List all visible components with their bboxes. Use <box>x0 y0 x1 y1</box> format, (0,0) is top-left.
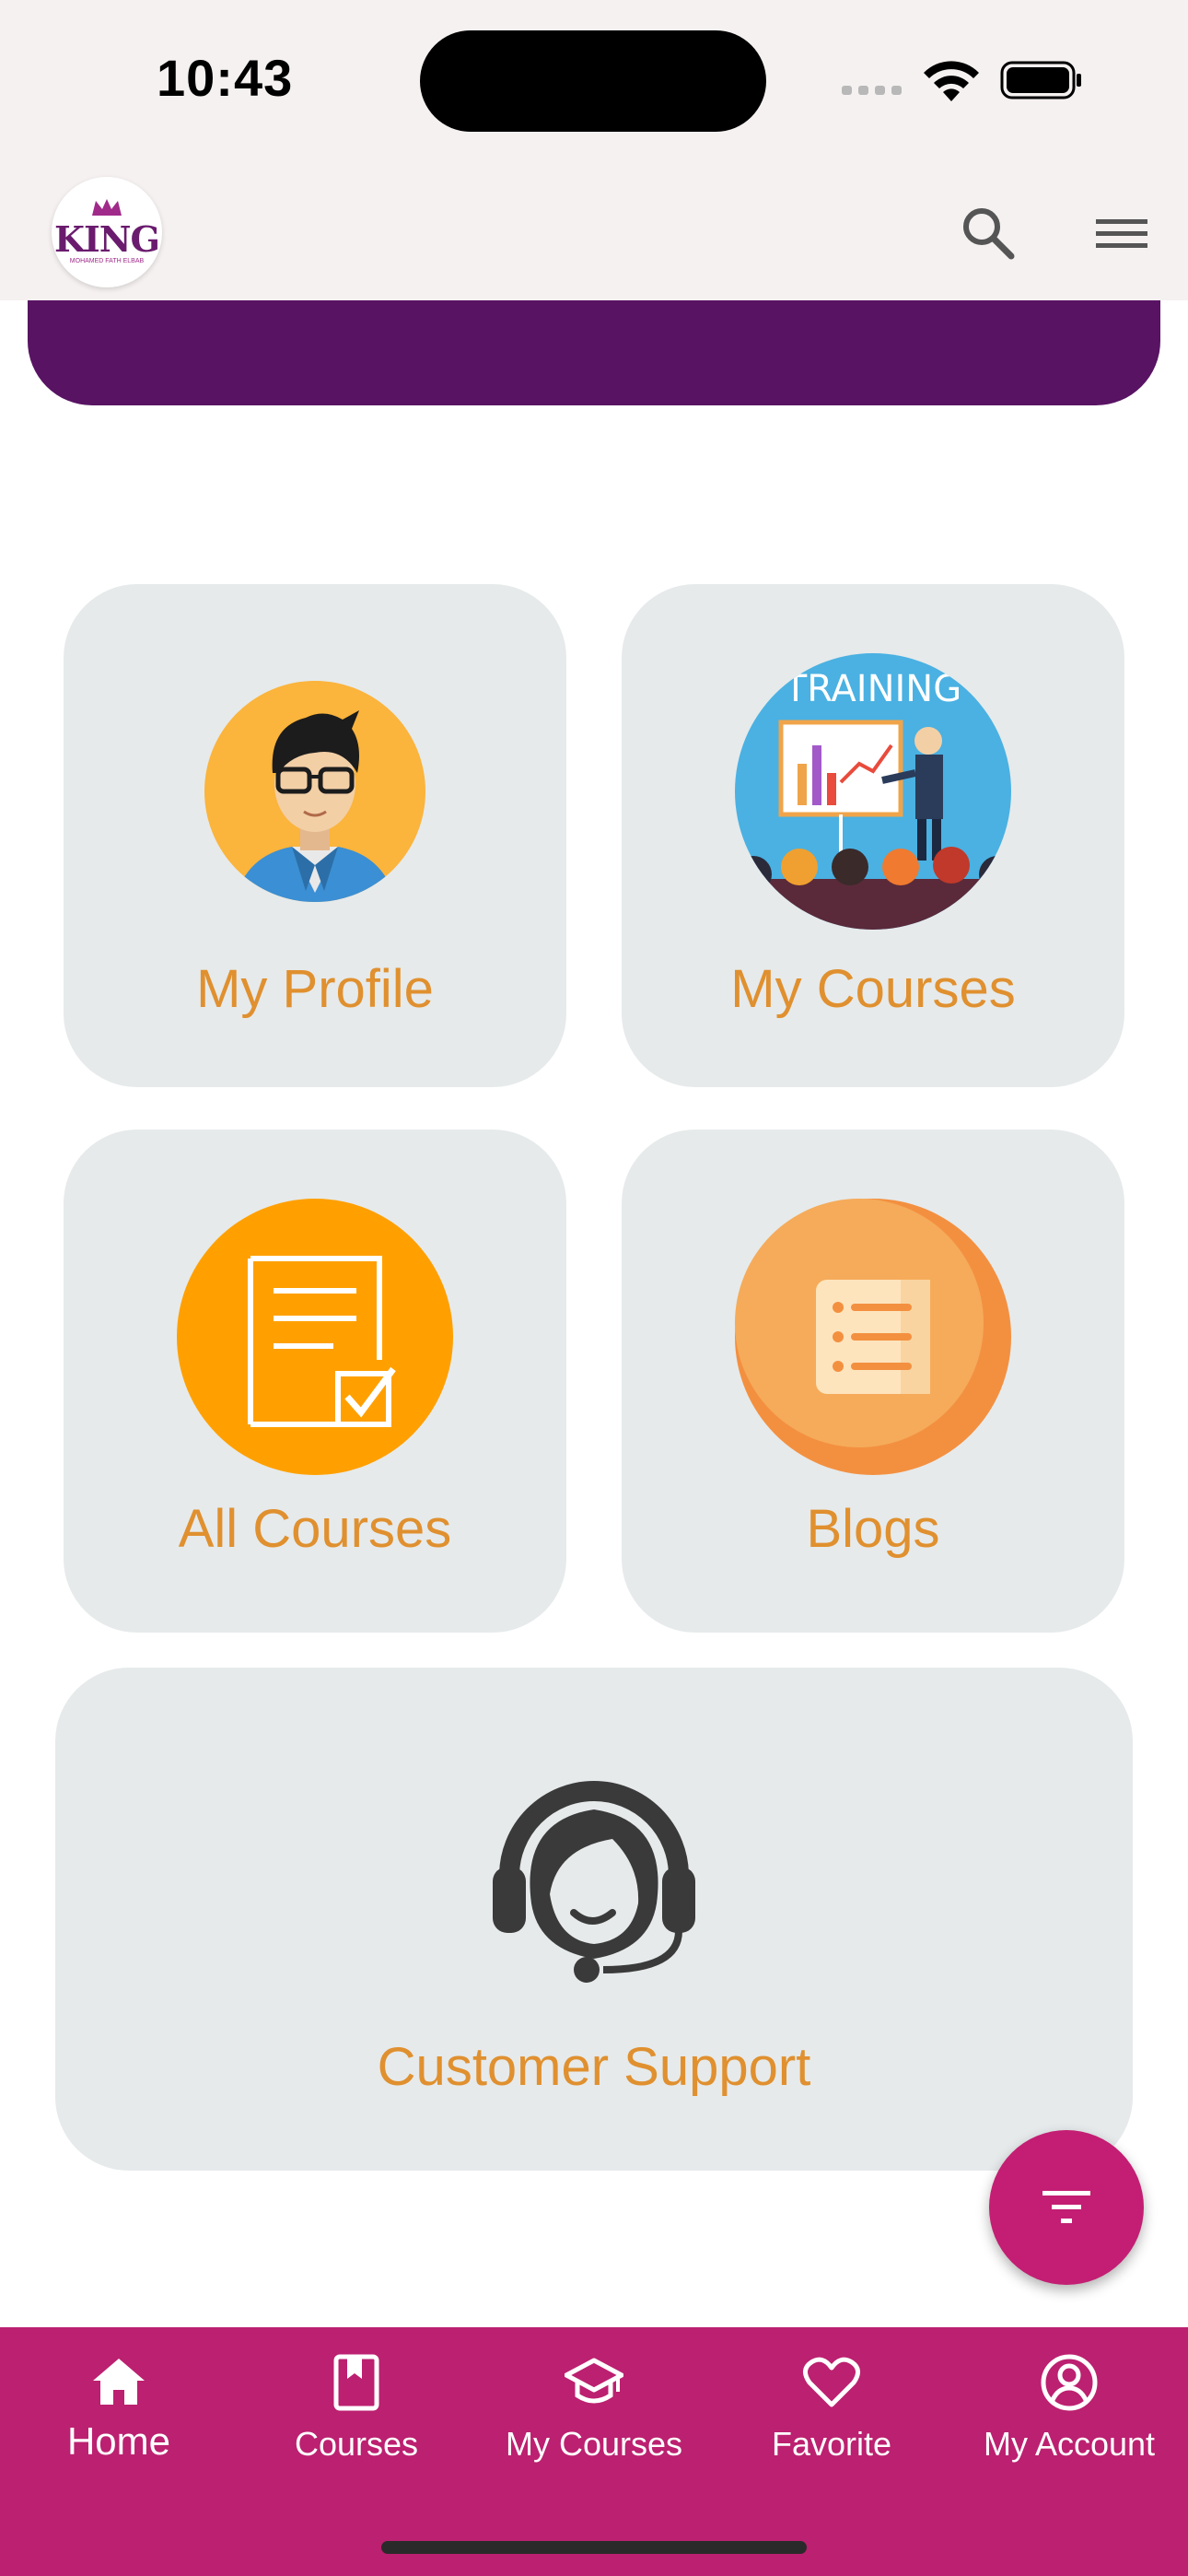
book-icon <box>333 2354 379 2411</box>
my-courses-label: My Courses <box>730 959 1016 1019</box>
document-check-icon <box>177 1199 453 1475</box>
cellular-signal-icon <box>842 83 908 100</box>
home-icon <box>93 2359 145 2405</box>
nav-label-home: Home <box>66 2419 171 2463</box>
filter-icon <box>1042 2191 1090 2223</box>
app-bar: KING MOHAMED FATH ELBAB <box>0 164 1188 300</box>
header-banner <box>28 300 1160 405</box>
nav-label-my-account: My Account <box>983 2425 1156 2463</box>
my-profile-label: My Profile <box>196 959 434 1019</box>
logo-text: KING <box>54 218 160 260</box>
blogs-card[interactable]: Blogs <box>622 1130 1124 1633</box>
menu-icon[interactable] <box>1087 201 1157 265</box>
list-document-icon <box>735 1199 1011 1475</box>
dynamic-island <box>420 30 766 132</box>
svg-text:TRAINING: TRAINING <box>784 668 961 710</box>
customer-support-label: Customer Support <box>377 2037 811 2097</box>
nav-item-my-account[interactable]: My Account <box>950 2327 1188 2512</box>
home-indicator <box>381 2541 807 2554</box>
app-logo[interactable]: KING MOHAMED FATH ELBAB <box>52 177 162 287</box>
battery-icon <box>1000 61 1081 100</box>
status-bar: 10:43 <box>0 0 1188 164</box>
all-courses-card[interactable]: All Courses <box>64 1130 566 1633</box>
nav-label-courses: Courses <box>294 2425 419 2463</box>
blogs-label: Blogs <box>806 1499 940 1559</box>
my-profile-card[interactable]: My Profile <box>64 584 566 1087</box>
search-icon[interactable] <box>956 201 1020 265</box>
filter-fab-button[interactable] <box>989 2130 1144 2285</box>
nav-label-favorite: Favorite <box>771 2425 892 2463</box>
user-avatar-icon <box>204 681 425 902</box>
nav-item-favorite[interactable]: Favorite <box>713 2327 950 2512</box>
heart-icon <box>803 2357 860 2407</box>
logo-subtitle: MOHAMED FATH ELBAB <box>69 258 145 264</box>
customer-support-card[interactable]: Customer Support <box>55 1668 1133 2171</box>
all-courses-label: All Courses <box>178 1499 452 1559</box>
nav-label-my-courses: My Courses <box>505 2425 683 2463</box>
account-circle-icon <box>1041 2354 1098 2411</box>
wifi-icon <box>924 61 979 101</box>
nav-item-courses[interactable]: Courses <box>238 2327 475 2512</box>
status-time: 10:43 <box>157 49 294 107</box>
bottom-navigation: Home Courses My Courses Favorite My Acco… <box>0 2327 1188 2576</box>
headset-agent-icon <box>493 1781 695 1983</box>
my-courses-card[interactable]: TRAINING My Courses <box>622 584 1124 1087</box>
graduation-cap-icon <box>565 2358 623 2404</box>
training-presentation-icon: TRAINING <box>735 653 1011 930</box>
nav-item-home[interactable]: Home <box>0 2327 238 2512</box>
crown-icon <box>92 199 122 216</box>
nav-item-my-courses[interactable]: My Courses <box>475 2327 713 2512</box>
